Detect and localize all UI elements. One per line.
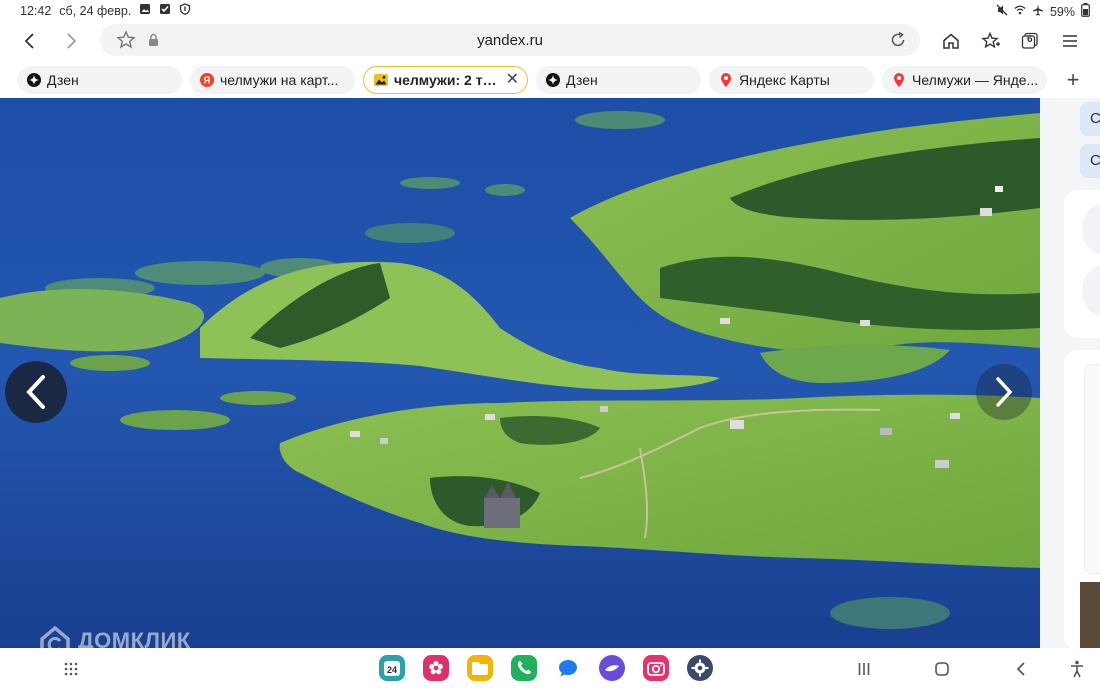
tab-label: челмужи: 2 ты... (394, 72, 501, 88)
star-plus-icon (981, 31, 1000, 49)
battery-icon (1081, 3, 1090, 20)
side-card-thumb (1084, 364, 1100, 574)
side-chip-1[interactable]: С (1080, 102, 1100, 136)
svg-text:24: 24 (387, 665, 397, 675)
map-pin-icon (719, 73, 733, 87)
address-bar[interactable]: yandex.ru (100, 24, 920, 56)
tab-label: Дзен (47, 72, 79, 88)
chevron-left-icon (26, 375, 45, 409)
bookmarks-button[interactable] (976, 26, 1006, 56)
close-tab-icon[interactable]: ✕ (506, 72, 519, 88)
airplane-mode-icon (1032, 4, 1044, 19)
calendar-app-icon[interactable]: 24 (379, 655, 405, 681)
side-chip-2[interactable]: С (1080, 144, 1100, 178)
home-square-icon (935, 662, 949, 676)
menu-button[interactable] (1055, 26, 1085, 56)
back-button[interactable] (15, 26, 45, 56)
apps-grid-icon (64, 662, 78, 676)
tab-chelmuzhi-yandex[interactable]: Челмужи — Янде... (882, 66, 1047, 94)
yandex-icon: Я (200, 73, 214, 87)
chevron-right-icon (67, 33, 77, 49)
url-text: yandex.ru (477, 32, 543, 49)
tab-label: челмужи на карт... (220, 72, 339, 88)
images-icon (374, 73, 388, 87)
next-image-button[interactable] (976, 364, 1032, 420)
tab-label: Яндекс Карты (739, 72, 830, 88)
gallery-notification-icon (139, 3, 151, 18)
status-left: 12:42 сб, 24 февр. (20, 3, 191, 18)
tab-yandex-maps[interactable]: Яндекс Карты (709, 66, 874, 94)
phone-app-icon[interactable] (511, 655, 537, 681)
mute-icon (996, 4, 1008, 19)
watermark-text: ДОМКЛИК (78, 628, 191, 648)
side-card-bottom[interactable] (1064, 350, 1100, 648)
tab-label: Дзен (566, 72, 598, 88)
dzen-icon (546, 73, 560, 87)
domclick-logo-icon (40, 625, 70, 648)
camera-app-icon[interactable] (643, 655, 669, 681)
files-app-icon[interactable] (467, 655, 493, 681)
home-icon (943, 33, 959, 49)
accessibility-button[interactable] (1066, 658, 1088, 680)
tabs-count: 6 (1027, 34, 1033, 45)
reload-icon[interactable] (888, 30, 908, 55)
status-bar: 12:42 сб, 24 февр. 59% (0, 0, 1100, 22)
checkbox-notification-icon (159, 3, 171, 18)
home-nav-button[interactable] (931, 658, 953, 680)
home-button[interactable] (936, 26, 966, 56)
chevron-left-icon (24, 33, 34, 49)
back-chevron-icon (1016, 662, 1025, 676)
back-nav-button[interactable] (1010, 658, 1032, 680)
chevron-right-icon (996, 377, 1013, 407)
dzen-icon (27, 73, 41, 87)
tab-chelmuzhi-map[interactable]: Я челмужи на карт... (190, 66, 355, 94)
tab-label: Челмужи — Янде... (912, 72, 1039, 88)
tab-dzen-2[interactable]: Дзен (536, 66, 701, 94)
battery-percent: 59% (1049, 4, 1075, 19)
apps-grid-button[interactable] (60, 658, 82, 680)
new-tab-button[interactable]: + (1058, 66, 1088, 94)
status-right: 59% (996, 3, 1090, 20)
tabs-counter-button[interactable]: 6 (1015, 26, 1045, 56)
aerial-photo (0, 98, 1040, 648)
recent-apps-button[interactable] (853, 658, 875, 680)
side-card-image (1080, 582, 1100, 648)
settings-app-icon[interactable] (687, 655, 713, 681)
plus-icon: + (1066, 67, 1080, 92)
messages-app-icon[interactable] (555, 655, 581, 681)
wifi-icon (1014, 4, 1026, 19)
recents-icon (858, 663, 870, 675)
image-viewer: ДОМКЛИК С С (0, 98, 1100, 648)
tab-strip: Дзен Я челмужи на карт... челмужи: 2 ты.… (0, 64, 1100, 96)
previous-image-button[interactable] (5, 361, 67, 423)
status-time: 12:42 (20, 3, 52, 18)
side-panel: С С (1040, 98, 1100, 648)
accessibility-icon (1071, 660, 1083, 678)
domclick-watermark: ДОМКЛИК (38, 624, 191, 648)
side-card-circle (1082, 266, 1100, 316)
svg-text:Я: Я (203, 76, 210, 87)
hamburger-menu-icon (1063, 35, 1077, 47)
status-date: сб, 24 февр. (59, 3, 132, 18)
browser-app-icon[interactable] (599, 655, 625, 681)
map-pin-icon (892, 73, 906, 87)
forward-button[interactable] (56, 26, 86, 56)
side-card-circle (1082, 204, 1100, 254)
shield-notification-icon (179, 3, 191, 18)
android-nav-bar: 24 (0, 648, 1100, 688)
tab-dzen-1[interactable]: Дзен (17, 66, 182, 94)
side-card-top[interactable] (1064, 190, 1100, 338)
blossom-app-icon[interactable] (423, 655, 449, 681)
browser-toolbar: yandex.ru 6 (0, 24, 1100, 58)
tab-chelmuzhi-images[interactable]: челмужи: 2 ты... ✕ (363, 66, 528, 94)
